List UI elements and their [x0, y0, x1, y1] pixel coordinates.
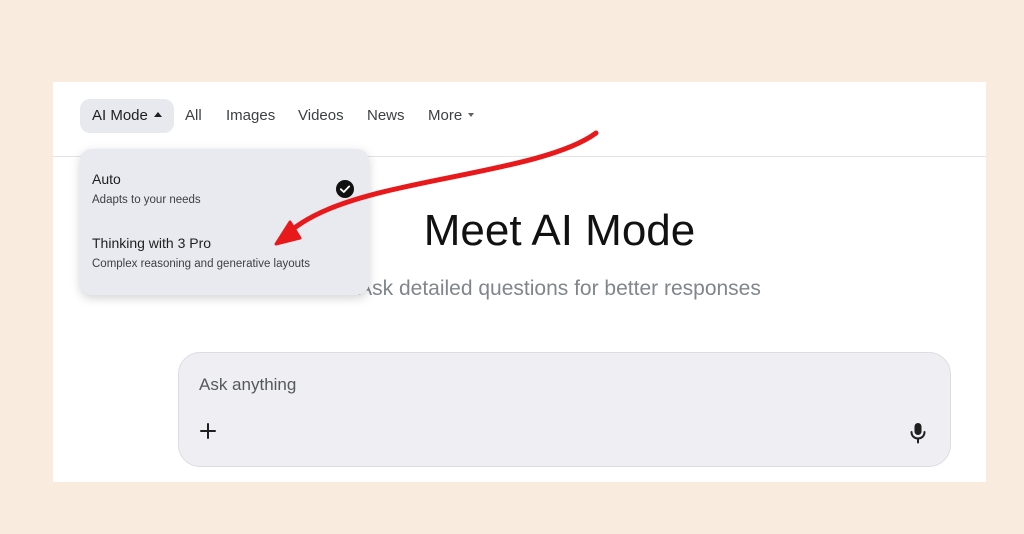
tab-news-label: News [367, 107, 405, 124]
dropdown-option-auto[interactable]: Auto Adapts to your needs [92, 171, 201, 206]
tab-videos[interactable]: Videos [298, 99, 344, 133]
caret-up-icon [153, 111, 162, 117]
option-title: Auto [92, 171, 121, 187]
tab-images-label: Images [226, 107, 276, 124]
search-tabs: AI Mode All Images Videos News More [53, 82, 986, 157]
ask-input[interactable]: Ask anything [178, 352, 951, 467]
tab-all[interactable]: All [185, 99, 202, 133]
tab-more-label: More [428, 107, 463, 124]
tab-ai-mode-label: AI Mode [92, 107, 148, 124]
chevron-down-icon [468, 113, 475, 118]
ask-placeholder: Ask anything [199, 375, 297, 394]
tab-images[interactable]: Images [226, 99, 275, 133]
tab-news[interactable]: News [367, 99, 405, 133]
ai-mode-dropdown: Auto Adapts to your needs Thinking with … [80, 149, 369, 295]
dropdown-option-thinking-3-pro[interactable]: Thinking with 3 Pro Complex reasoning an… [92, 235, 310, 270]
tab-more[interactable]: More [428, 99, 475, 133]
tab-all-label: All [185, 107, 202, 124]
mic-icon[interactable] [908, 421, 928, 445]
plus-icon[interactable] [197, 420, 219, 442]
mic-icon-glyph [910, 423, 926, 444]
option-description: Adapts to your needs [92, 194, 201, 206]
check-circle-icon [336, 180, 354, 198]
tab-ai-mode[interactable]: AI Mode [80, 99, 174, 133]
option-title: Thinking with 3 Pro [92, 235, 212, 251]
option-description: Complex reasoning and generative layouts [92, 258, 310, 270]
plus-icon-glyph [200, 423, 216, 439]
tab-videos-label: Videos [298, 107, 344, 124]
